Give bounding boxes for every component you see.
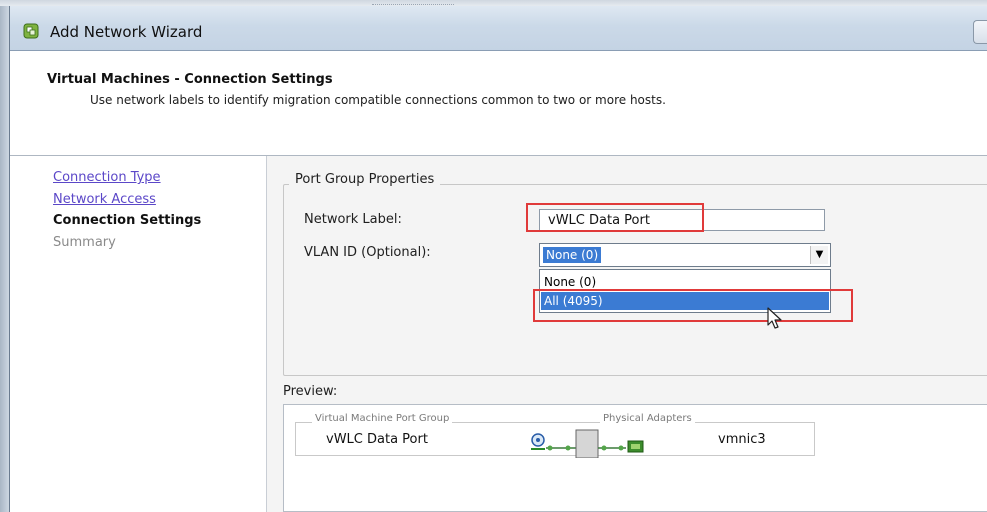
network-connection-diagram [531, 429, 644, 458]
connection-dot [565, 445, 571, 451]
vlan-selected-value: None (0) [543, 247, 602, 263]
mouse-cursor-icon [767, 307, 782, 329]
page-description: Use network labels to identify migration… [90, 93, 666, 107]
chevron-down-icon[interactable]: ▼ [810, 246, 828, 264]
physical-nic-icon [627, 440, 644, 453]
page-title: Virtual Machines - Connection Settings [47, 72, 333, 87]
vlan-option-highlight [533, 289, 853, 322]
wizard-window: Add Network Wizard Virtual Machines - Co… [9, 6, 987, 512]
preview-port-group-name: vWLC Data Port [326, 432, 428, 447]
title-bar[interactable]: Add Network Wizard [10, 6, 987, 51]
vlan-id-select[interactable]: None (0) ▼ [539, 243, 831, 267]
vm-port-group-legend: Virtual Machine Port Group [312, 413, 453, 424]
wizard-steps-nav: Connection Type Network Access Connectio… [10, 156, 266, 512]
connection-dot [601, 445, 607, 451]
preview-nic-name: vmnic3 [718, 432, 766, 447]
step-summary: Summary [53, 235, 116, 250]
desktop-background [0, 0, 9, 512]
physical-adapters-legend: Physical Adapters [600, 413, 695, 424]
vm-network-icon [531, 433, 545, 450]
step-network-access[interactable]: Network Access [53, 192, 156, 207]
window-title: Add Network Wizard [50, 23, 203, 41]
step-connection-settings: Connection Settings [53, 213, 202, 228]
network-label-highlight [526, 203, 704, 232]
preview-diagram: Virtual Machine Port Group Physical Adap… [283, 404, 987, 512]
wizard-body: Connection Type Network Access Connectio… [10, 156, 987, 512]
preview-caption: Preview: [283, 384, 338, 399]
taskbar-dots [372, 0, 454, 5]
settings-panel: Port Group Properties Network Label: vWL… [267, 156, 987, 512]
connection-dot [618, 445, 624, 451]
step-connection-type[interactable]: Connection Type [53, 170, 161, 185]
vlan-id-caption: VLAN ID (Optional): [304, 245, 431, 260]
window-control-button[interactable] [973, 20, 987, 44]
wizard-header: Virtual Machines - Connection Settings U… [10, 51, 987, 156]
connection-dot [547, 445, 553, 451]
vswitch-icon [575, 429, 599, 458]
port-group-legend: Port Group Properties [289, 172, 441, 187]
vsphere-app-icon [23, 23, 39, 39]
network-label-caption: Network Label: [304, 212, 402, 227]
